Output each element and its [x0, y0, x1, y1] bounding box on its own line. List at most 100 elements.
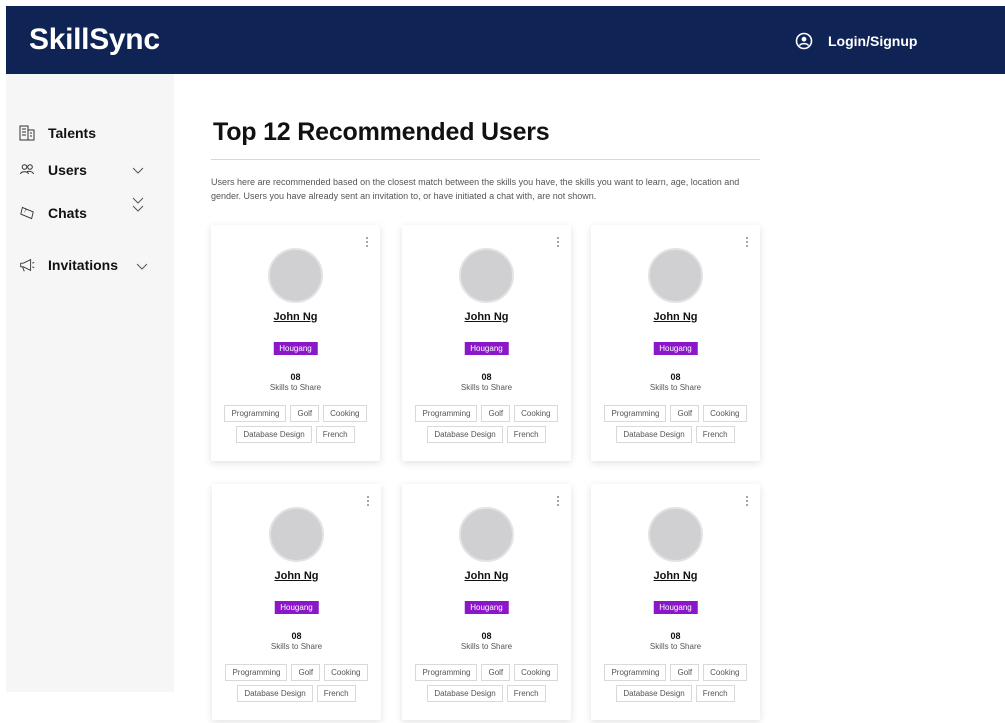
title-divider — [211, 159, 760, 160]
skill-tag[interactable]: Golf — [481, 664, 511, 681]
user-card[interactable]: John Ng Hougang 08 Skills to Share Progr… — [211, 225, 380, 461]
skill-tag[interactable]: Programming — [604, 664, 667, 681]
user-name-link[interactable]: John Ng — [591, 570, 760, 582]
avatar — [459, 507, 514, 562]
user-name-link[interactable]: John Ng — [211, 311, 380, 323]
avatar — [459, 248, 514, 303]
page-title: Top 12 Recommended Users — [213, 118, 550, 146]
location-badge: Hougang — [653, 342, 698, 355]
skill-tag[interactable]: Golf — [670, 664, 700, 681]
skill-tags: Programming Golf Cooking Database Design… — [597, 405, 754, 443]
skill-tags: Programming Golf Cooking Database Design… — [218, 664, 375, 702]
skill-tag[interactable]: Cooking — [323, 405, 367, 422]
skill-tags: Programming Golf Cooking Database Design… — [408, 405, 565, 443]
skill-tag[interactable]: Golf — [670, 405, 700, 422]
skill-tag[interactable]: Programming — [604, 405, 667, 422]
skills-count-label: Skills to Share — [270, 642, 323, 651]
skill-tag[interactable]: French — [695, 426, 735, 443]
skill-tag[interactable]: Programming — [224, 405, 287, 422]
skill-tag[interactable]: Programming — [225, 664, 288, 681]
user-name-link[interactable]: John Ng — [591, 311, 760, 323]
skill-tag[interactable]: Cooking — [324, 664, 368, 681]
skill-tags: Programming Golf Cooking Database Design… — [597, 664, 754, 702]
skill-tag[interactable]: Programming — [415, 664, 478, 681]
location-badge: Hougang — [274, 601, 319, 614]
skill-tag[interactable]: Cooking — [703, 664, 747, 681]
skill-tag[interactable]: Database Design — [616, 426, 692, 443]
user-card[interactable]: John Ng Hougang 08 Skills to Share Progr… — [212, 484, 381, 720]
user-card[interactable]: John Ng Hougang 08 Skills to Share Progr… — [591, 225, 760, 461]
skill-tag[interactable]: Database Design — [427, 426, 503, 443]
location-badge: Hougang — [273, 342, 318, 355]
user-name-link[interactable]: John Ng — [212, 570, 381, 582]
user-card[interactable]: John Ng Hougang 08 Skills to Share Progr… — [402, 225, 571, 461]
skill-tag[interactable]: Cooking — [703, 405, 747, 422]
sidebar-item-talents[interactable]: Talents — [18, 124, 96, 142]
sidebar-item-label: Chats — [48, 205, 87, 221]
more-options-icon[interactable] — [744, 494, 750, 508]
more-options-icon[interactable] — [555, 235, 561, 249]
users-icon — [18, 161, 36, 179]
skill-tag[interactable]: Golf — [290, 405, 320, 422]
user-circle-icon — [795, 32, 813, 50]
top-navbar: SkillSync Login/Signup — [6, 6, 1005, 74]
ticket-icon — [18, 204, 36, 222]
sidebar-item-users[interactable]: Users — [18, 161, 144, 179]
login-signup-button[interactable]: Login/Signup — [795, 32, 917, 50]
more-options-icon[interactable] — [555, 494, 561, 508]
skill-tags: Programming Golf Cooking Database Design… — [217, 405, 374, 443]
skills-count: 08 — [290, 372, 301, 382]
sidebar-item-label: Users — [48, 162, 87, 178]
avatar — [269, 507, 324, 562]
megaphone-icon — [18, 256, 36, 274]
sidebar-item-label: Invitations — [48, 257, 119, 273]
skill-tag[interactable]: French — [506, 426, 546, 443]
app-frame: SkillSync Login/Signup Talents Users Cha… — [6, 6, 1005, 723]
skill-tag[interactable]: French — [695, 685, 735, 702]
skills-count-label: Skills to Share — [460, 642, 513, 651]
skill-tag[interactable]: Database Design — [237, 685, 313, 702]
skill-tag[interactable]: French — [316, 685, 356, 702]
skill-tag[interactable]: Cooking — [514, 664, 558, 681]
skill-tags: Programming Golf Cooking Database Design… — [408, 664, 565, 702]
login-signup-label: Login/Signup — [828, 33, 918, 49]
avatar — [648, 507, 703, 562]
location-badge: Hougang — [464, 342, 509, 355]
skill-tag[interactable]: French — [315, 426, 355, 443]
skills-count-label: Skills to Share — [460, 383, 513, 392]
more-options-icon[interactable] — [365, 494, 371, 508]
user-name-link[interactable]: John Ng — [402, 311, 571, 323]
skills-count-label: Skills to Share — [269, 383, 322, 392]
skills-count: 08 — [670, 631, 681, 641]
skill-tag[interactable]: Database Design — [616, 685, 692, 702]
sidebar: Talents Users Chats Invitations — [6, 74, 174, 692]
building-icon — [18, 124, 36, 142]
skill-tag[interactable]: Cooking — [514, 405, 558, 422]
sidebar-item-chats[interactable]: Chats — [18, 197, 144, 222]
user-card[interactable]: John Ng Hougang 08 Skills to Share Progr… — [402, 484, 571, 720]
location-badge: Hougang — [653, 601, 698, 614]
chevron-down-icon[interactable] — [136, 258, 148, 274]
page-description: Users here are recommended based on the … — [211, 177, 740, 201]
skill-tag[interactable]: Database Design — [427, 685, 503, 702]
location-badge: Hougang — [464, 601, 509, 614]
more-options-icon[interactable] — [364, 235, 370, 249]
skill-tag[interactable]: French — [506, 685, 546, 702]
skill-tag[interactable]: Golf — [481, 405, 511, 422]
skills-count: 08 — [481, 372, 492, 382]
avatar — [268, 248, 323, 303]
skills-count: 08 — [670, 372, 681, 382]
skills-count: 08 — [291, 631, 302, 641]
more-options-icon[interactable] — [744, 235, 750, 249]
sidebar-item-label: Talents — [48, 125, 96, 141]
skills-count-label: Skills to Share — [649, 383, 702, 392]
user-card[interactable]: John Ng Hougang 08 Skills to Share Progr… — [591, 484, 760, 720]
chevron-down-icon[interactable] — [132, 195, 144, 218]
user-name-link[interactable]: John Ng — [402, 570, 571, 582]
brand-logo[interactable]: SkillSync — [29, 23, 160, 57]
sidebar-item-invitations[interactable]: Invitations — [18, 256, 148, 274]
skill-tag[interactable]: Database Design — [236, 426, 312, 443]
skill-tag[interactable]: Golf — [291, 664, 321, 681]
skill-tag[interactable]: Programming — [415, 405, 478, 422]
chevron-down-icon[interactable] — [132, 162, 144, 178]
